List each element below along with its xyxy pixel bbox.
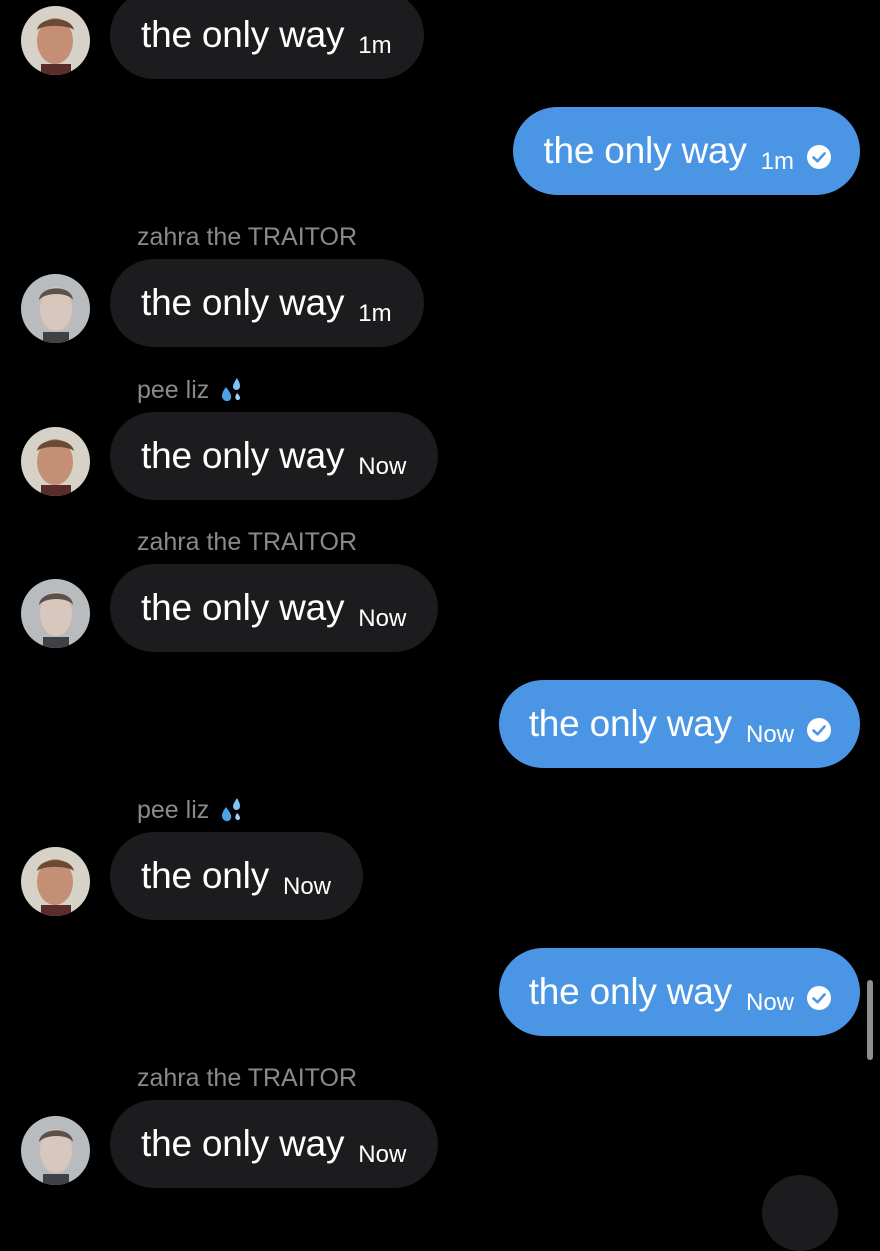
message-time: 1m bbox=[760, 148, 794, 175]
message-text: the only way bbox=[141, 435, 345, 476]
message-text: the only way bbox=[543, 130, 747, 171]
message-text: the only bbox=[141, 855, 269, 896]
message-time: Now bbox=[283, 873, 332, 900]
sender-name: zahra the TRAITOR bbox=[137, 223, 357, 252]
message-bubble-outgoing[interactable]: the only way 1m bbox=[513, 107, 860, 195]
sender-name-text: zahra the TRAITOR bbox=[137, 1064, 357, 1092]
message-bubble-incoming[interactable]: the only way Now bbox=[110, 412, 439, 500]
message-time: Now bbox=[745, 989, 794, 1016]
message-time: 1m bbox=[358, 300, 392, 327]
avatar[interactable] bbox=[21, 6, 90, 75]
sweat-droplets-icon bbox=[222, 378, 241, 402]
read-check-icon bbox=[807, 718, 831, 742]
avatar-image bbox=[21, 1116, 90, 1185]
avatar[interactable] bbox=[21, 579, 90, 648]
message-text: the only way bbox=[528, 971, 732, 1012]
message-time: Now bbox=[358, 605, 407, 632]
avatar-image bbox=[21, 847, 90, 916]
message-bubble-incoming[interactable]: the only way 1m bbox=[110, 0, 424, 79]
scrollbar-thumb[interactable] bbox=[867, 980, 873, 1060]
read-check-icon bbox=[807, 986, 831, 1010]
message-text: the only way bbox=[528, 703, 732, 744]
avatar[interactable] bbox=[21, 427, 90, 496]
message-bubble-incoming[interactable]: the only way Now bbox=[110, 564, 439, 652]
avatar[interactable] bbox=[21, 1116, 90, 1185]
avatar-image bbox=[21, 427, 90, 496]
sender-name: zahra the TRAITOR bbox=[137, 1064, 357, 1093]
message-bubble-incoming[interactable]: the only way Now bbox=[110, 1100, 439, 1188]
message-bubble-incoming[interactable]: the only Now bbox=[110, 832, 364, 920]
sweat-droplets-icon bbox=[222, 798, 241, 822]
sender-name: pee liz bbox=[137, 795, 247, 825]
message-time: Now bbox=[745, 721, 794, 748]
message-bubble-outgoing[interactable]: the only way Now bbox=[498, 948, 860, 1036]
avatar-image bbox=[21, 274, 90, 343]
read-check-icon bbox=[807, 145, 831, 169]
sender-name-text: pee liz bbox=[137, 795, 210, 824]
message-bubble-incoming[interactable]: the only way 1m bbox=[110, 259, 424, 347]
message-bubble-outgoing[interactable]: the only way Now bbox=[498, 680, 860, 768]
message-text: the only way bbox=[141, 587, 345, 628]
sender-name: zahra the TRAITOR bbox=[137, 528, 357, 557]
message-text: the only way bbox=[141, 282, 345, 323]
sender-name-text: zahra the TRAITOR bbox=[137, 223, 357, 251]
message-text: the only way bbox=[141, 1123, 345, 1164]
message-time: Now bbox=[358, 453, 407, 480]
sender-name: pee liz bbox=[137, 375, 247, 405]
sender-name-text: zahra the TRAITOR bbox=[137, 528, 357, 556]
scroll-to-bottom-button[interactable] bbox=[762, 1175, 838, 1251]
avatar[interactable] bbox=[21, 274, 90, 343]
message-time: Now bbox=[358, 1141, 407, 1168]
message-time: 1m bbox=[358, 32, 392, 59]
sender-name-text: pee liz bbox=[137, 375, 210, 404]
avatar[interactable] bbox=[21, 847, 90, 916]
avatar-image bbox=[21, 579, 90, 648]
message-text: the only way bbox=[141, 14, 345, 55]
avatar-image bbox=[21, 6, 90, 75]
